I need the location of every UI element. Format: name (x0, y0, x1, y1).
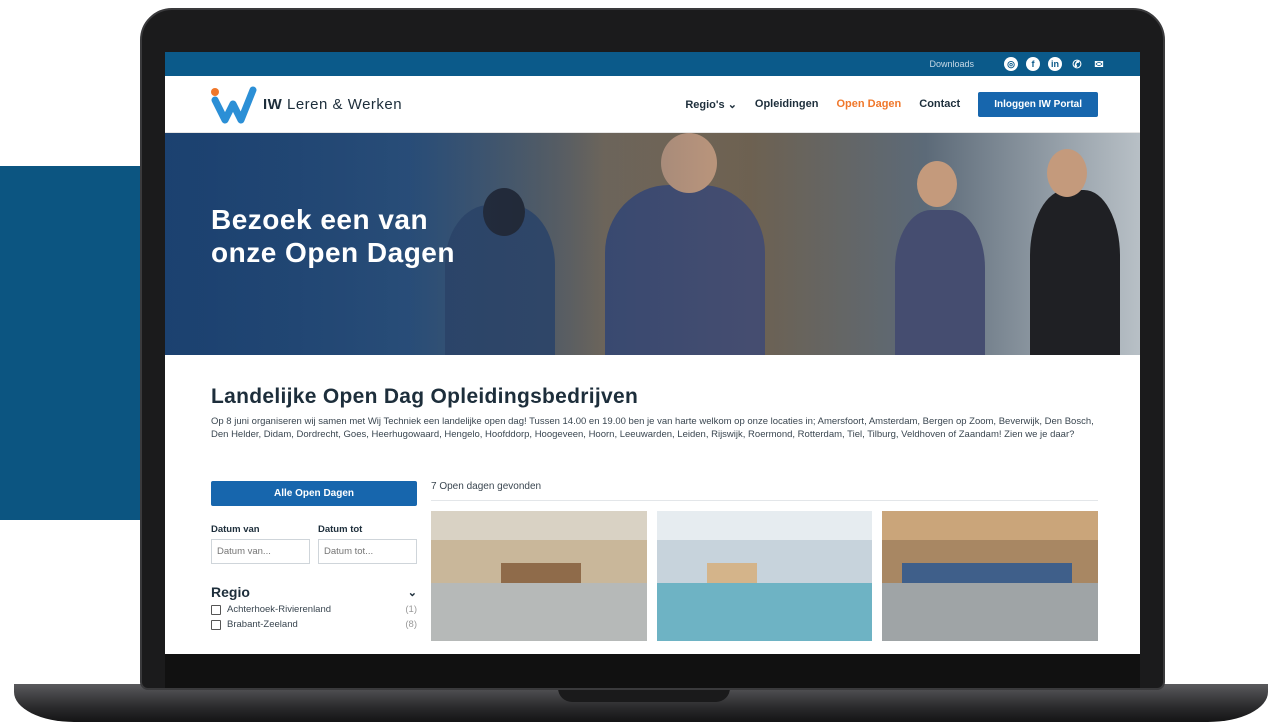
open-day-card-1[interactable] (431, 511, 647, 641)
date-filters: Datum van Datum tot (211, 524, 417, 564)
website-screen: Downloads ◎ f in ✆ ✉ IW Leren & Werken R… (165, 52, 1140, 654)
region-count: (8) (405, 619, 417, 630)
regio-title: Regio (211, 584, 250, 600)
result-cards (431, 511, 1099, 641)
all-open-days-button[interactable]: Alle Open Dagen (211, 481, 417, 506)
region-name: Brabant-Zeeland (227, 619, 298, 630)
results-count: 7 Open dagen gevonden (431, 481, 1098, 501)
card-ceiling (656, 511, 873, 540)
region-count: (1) (405, 604, 417, 615)
utility-bar: Downloads ◎ f in ✆ ✉ (165, 52, 1140, 76)
iw-logo-icon (211, 86, 257, 124)
results-panel: 7 Open dagen gevonden (431, 481, 1099, 641)
date-from-label: Datum van (211, 524, 260, 535)
facebook-icon[interactable]: f (1026, 57, 1040, 71)
date-to-input[interactable] (318, 539, 417, 564)
card-ceiling (431, 511, 647, 540)
region-checkbox-item[interactable]: Brabant-Zeeland (8) (211, 619, 417, 630)
region-checkbox-item[interactable]: Achterhoek-Rivierenland (1) (211, 604, 417, 615)
logo[interactable]: IW Leren & Werken (209, 84, 402, 124)
date-to-group: Datum tot (318, 524, 417, 564)
chevron-down-icon[interactable]: ⌄ (408, 586, 417, 599)
checkbox-icon[interactable] (211, 604, 221, 615)
nav-item-regios[interactable]: Regio's ⌄ (685, 98, 737, 111)
instagram-icon[interactable]: ◎ (1004, 57, 1018, 71)
date-to-label: Datum tot (318, 524, 363, 535)
regio-filter-header[interactable]: Regio ⌄ (211, 584, 417, 600)
card-ceiling (882, 511, 1099, 540)
hero-title-line1: Bezoek een van (211, 204, 429, 235)
menu: Regio's ⌄ Opleidingen Open Dagen Contact… (685, 91, 1098, 117)
date-from-group: Datum van (211, 524, 310, 564)
intro-text: Op 8 juni organiseren wij samen met Wij … (211, 416, 1094, 440)
checkbox-icon[interactable] (211, 619, 221, 630)
downloads-link[interactable]: Downloads (929, 59, 974, 69)
page-title: Landelijke Open Dag Opleidingsbedrijven (211, 385, 639, 408)
date-from-input[interactable] (211, 539, 310, 564)
phone-icon[interactable]: ✆ (1070, 57, 1084, 71)
laptop-notch (558, 688, 730, 702)
scene: Downloads ◎ f in ✆ ✉ IW Leren & Werken R… (0, 0, 1268, 722)
mail-icon[interactable]: ✉ (1092, 57, 1106, 71)
linkedin-icon[interactable]: in (1048, 57, 1062, 71)
portal-login-button[interactable]: Inloggen IW Portal (978, 91, 1098, 117)
card-floor (656, 582, 873, 641)
decorative-blue-panel (0, 166, 142, 520)
content-area: Alle Open Dagen Datum van Datum tot Regi… (165, 441, 1140, 641)
hero-banner: Bezoek een van onze Open Dagen (165, 133, 1140, 355)
card-floor (882, 582, 1099, 641)
hero-title-line2: onze Open Dagen (211, 237, 455, 268)
filter-sidebar: Alle Open Dagen Datum van Datum tot Regi… (211, 481, 417, 641)
main-navigation: IW Leren & Werken Regio's ⌄ Opleidingen … (165, 76, 1140, 133)
screen-bezel-bottom (165, 654, 1140, 688)
card-floor (431, 582, 647, 641)
nav-item-open-dagen[interactable]: Open Dagen (836, 98, 901, 110)
hero-title: Bezoek een van onze Open Dagen (211, 203, 455, 269)
region-name: Achterhoek-Rivierenland (227, 604, 332, 615)
nav-item-opleidingen[interactable]: Opleidingen (755, 98, 819, 110)
open-day-card-3[interactable] (882, 511, 1099, 641)
intro-section: Landelijke Open Dag Opleidingsbedrijven … (165, 355, 1140, 441)
open-day-card-2[interactable] (656, 511, 873, 641)
brand-name: IW Leren & Werken (263, 95, 403, 113)
nav-item-contact[interactable]: Contact (919, 98, 960, 110)
